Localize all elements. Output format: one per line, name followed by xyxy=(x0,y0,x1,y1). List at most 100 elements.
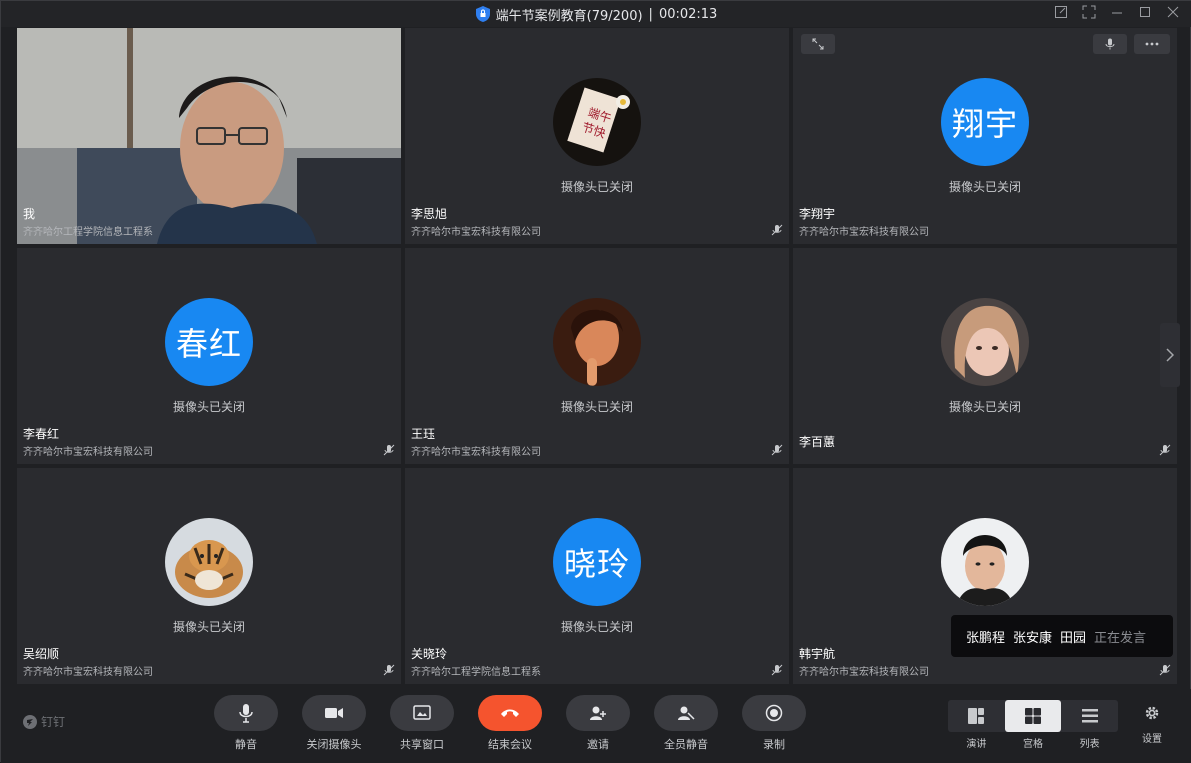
tile-more-control[interactable] xyxy=(1134,34,1170,54)
brand-logo: 钉钉 xyxy=(23,713,65,730)
share-window-button[interactable]: 共享窗口 xyxy=(390,695,454,755)
view-switcher xyxy=(948,700,1118,732)
speaker-name: 张安康 xyxy=(1013,630,1053,646)
camera-off-button[interactable]: 关闭摄像头 xyxy=(302,695,366,755)
participant-tile[interactable]: 摄像头已关闭 王珏 齐齐哈尔市宝宏科技有限公司 xyxy=(405,248,789,464)
participant-name: 李翔宇 xyxy=(799,207,836,221)
mic-muted-icon xyxy=(1159,664,1171,676)
button-label: 邀请 xyxy=(587,738,609,751)
view-label: 演讲 xyxy=(966,739,987,750)
list-layout-icon xyxy=(1081,709,1098,723)
maximize-icon[interactable] xyxy=(1138,5,1152,19)
title-separator: | xyxy=(648,6,653,22)
participant-tile[interactable]: 摄像头已关闭 李百蕙 xyxy=(793,248,1177,464)
chevron-right-icon xyxy=(1166,348,1174,362)
participant-name: 李思旭 xyxy=(411,207,448,221)
window-controls xyxy=(1054,5,1180,19)
view-labels: 演讲 宫格 列表 xyxy=(948,735,1118,750)
minimize-icon[interactable] xyxy=(1110,5,1124,19)
mute-button[interactable]: 静音 xyxy=(214,695,278,755)
gear-icon xyxy=(1145,706,1159,720)
speaker-layout-icon xyxy=(968,708,985,724)
avatar: 端午 节快 xyxy=(553,78,641,166)
record-button[interactable]: 录制 xyxy=(742,695,806,755)
button-label: 全员静音 xyxy=(664,738,708,751)
participant-org: 齐齐哈尔工程学院信息工程系 xyxy=(411,667,541,678)
expand-icon xyxy=(812,38,824,50)
camera-off-status: 摄像头已关闭 xyxy=(560,400,633,414)
view-grid-button[interactable] xyxy=(1004,700,1062,732)
participant-tile[interactable]: 春红 摄像头已关闭 李春红 齐齐哈尔市宝宏科技有限公司 xyxy=(17,248,401,464)
dingtalk-icon xyxy=(23,714,37,729)
microphone-icon xyxy=(1105,38,1115,50)
mute-all-button[interactable]: 全员静音 xyxy=(654,695,718,755)
mic-muted-icon xyxy=(383,664,395,676)
mic-muted-icon xyxy=(771,444,783,456)
mic-muted-icon xyxy=(771,224,783,236)
view-speaker-button[interactable] xyxy=(948,700,1005,732)
next-page-button[interactable] xyxy=(1160,323,1180,387)
button-label: 共享窗口 xyxy=(400,738,444,751)
tile-mic-control[interactable] xyxy=(1093,34,1127,54)
share-screen-icon xyxy=(413,705,431,720)
participant-org: 齐齐哈尔市宝宏科技有限公司 xyxy=(411,227,541,238)
participant-name: 韩宇航 xyxy=(799,647,836,661)
button-label: 录制 xyxy=(763,738,785,751)
avatar: 春红 xyxy=(165,298,253,386)
speaker-name: 田园 xyxy=(1060,630,1087,646)
end-meeting-button[interactable]: 结束会议 xyxy=(478,695,542,755)
close-icon[interactable] xyxy=(1166,5,1180,19)
brand-name: 钉钉 xyxy=(41,715,66,729)
shield-icon xyxy=(475,6,490,22)
avatar: 晓玲 xyxy=(553,518,641,606)
avatar xyxy=(941,298,1029,386)
grid-layout-icon xyxy=(1025,708,1041,724)
participant-name: 吴绍顺 xyxy=(23,647,60,661)
participant-name: 关晓玲 xyxy=(411,647,448,661)
button-label: 关闭摄像头 xyxy=(306,738,362,751)
meeting-window: 端午节案例教育(79/200) | 00:02:13 我 齐齐哈尔工程学院信息工… xyxy=(0,0,1191,763)
camera-off-status: 摄像头已关闭 xyxy=(948,180,1021,194)
view-label: 列表 xyxy=(1079,739,1100,750)
participant-grid: 我 齐齐哈尔工程学院信息工程系 端午 节快 摄像头已关闭 李思旭 齐齐哈尔市宝宏科… xyxy=(17,28,1179,684)
camera-off-status: 摄像头已关闭 xyxy=(560,620,633,634)
hang-up-icon xyxy=(501,709,519,717)
camera-off-status: 摄像头已关闭 xyxy=(560,180,633,194)
fullscreen-icon[interactable] xyxy=(1082,5,1096,19)
participant-org: 齐齐哈尔市宝宏科技有限公司 xyxy=(799,667,929,678)
mute-all-icon xyxy=(678,706,695,720)
button-label: 静音 xyxy=(235,738,257,751)
settings-button[interactable]: 设置 xyxy=(1133,705,1171,745)
participant-name: 王珏 xyxy=(411,427,436,441)
view-list-button[interactable] xyxy=(1061,700,1118,732)
speaking-hint: 正在发言 xyxy=(1094,630,1147,646)
participant-tile-self[interactable]: 我 齐齐哈尔工程学院信息工程系 xyxy=(17,28,401,244)
record-icon xyxy=(765,704,783,722)
participant-org: 齐齐哈尔工程学院信息工程系 xyxy=(23,227,153,238)
mic-muted-icon xyxy=(771,664,783,676)
microphone-icon xyxy=(239,704,253,723)
expand-control[interactable] xyxy=(801,34,835,54)
participant-org: 齐齐哈尔市宝宏科技有限公司 xyxy=(23,447,153,458)
meeting-duration: 00:02:13 xyxy=(658,6,718,22)
video-camera-icon xyxy=(325,708,343,718)
participant-tile[interactable]: 摄像头已关闭 吴绍顺 齐齐哈尔市宝宏科技有限公司 xyxy=(17,468,401,684)
invite-button[interactable]: 邀请 xyxy=(566,695,630,755)
avatar xyxy=(553,298,641,386)
participant-tile[interactable]: 端午 节快 摄像头已关闭 李思旭 齐齐哈尔市宝宏科技有限公司 xyxy=(405,28,789,244)
participant-name: 李百蕙 xyxy=(799,435,836,449)
self-video-feed xyxy=(17,28,401,244)
participant-tile[interactable]: 翔宇 摄像头已关闭 李翔宇 齐齐哈尔市宝宏科技有限公司 xyxy=(793,28,1177,244)
participant-name: 李春红 xyxy=(23,427,60,441)
mic-muted-icon xyxy=(383,444,395,456)
popout-icon[interactable] xyxy=(1054,5,1068,19)
camera-off-status: 摄像头已关闭 xyxy=(948,400,1021,414)
meeting-name: 端午节案例教育(79/200) xyxy=(495,8,643,24)
participant-tile[interactable]: 晓玲 摄像头已关闭 关晓玲 齐齐哈尔工程学院信息工程系 xyxy=(405,468,789,684)
meeting-title: 端午节案例教育(79/200) | 00:02:13 xyxy=(475,5,718,24)
settings-label: 设置 xyxy=(1142,734,1162,745)
participant-org: 齐齐哈尔市宝宏科技有限公司 xyxy=(411,447,541,458)
title-bar: 端午节案例教育(79/200) | 00:02:13 xyxy=(1,1,1191,27)
avatar xyxy=(941,518,1029,606)
active-speakers-toast: 张鹏程 张安康 田园 正在发言 xyxy=(951,615,1173,657)
